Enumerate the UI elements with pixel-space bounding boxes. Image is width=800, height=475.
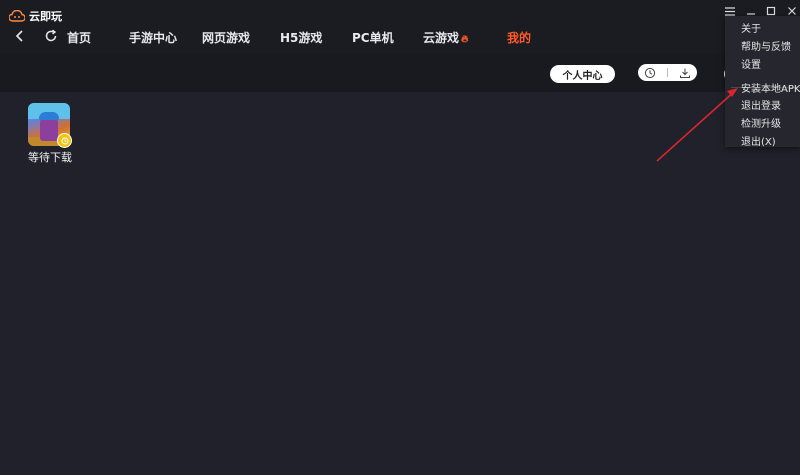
- tab-h5-games[interactable]: H5游戏: [280, 29, 322, 46]
- app-logo: 云即玩: [9, 8, 62, 24]
- waiting-badge-icon: [57, 133, 72, 148]
- tab-mobile-games[interactable]: 手游中心: [129, 29, 177, 46]
- menu-item-about[interactable]: 关于: [741, 20, 761, 35]
- tab-home[interactable]: 首页: [67, 29, 91, 46]
- menu-item-settings[interactable]: 设置: [741, 56, 761, 71]
- history-icon[interactable]: [644, 67, 656, 79]
- refresh-icon[interactable]: [43, 28, 59, 44]
- main-menu-dropdown: 关于 帮助与反馈 设置 安装本地APK 退出登录 检测升级 退出(X): [725, 16, 800, 148]
- menu-item-logout[interactable]: 退出登录: [741, 97, 781, 112]
- tool-divider: [666, 68, 668, 77]
- menu-item-install-apk[interactable]: 安装本地APK: [741, 80, 800, 95]
- tab-mine[interactable]: 我的: [507, 29, 531, 46]
- tab-pc-games[interactable]: PC单机: [352, 29, 394, 46]
- tool-pill: [638, 64, 697, 81]
- back-arrow-icon[interactable]: [12, 28, 28, 44]
- menu-item-check-update[interactable]: 检测升级: [741, 115, 781, 130]
- cloud-logo-icon: [9, 10, 25, 22]
- menu-item-exit[interactable]: 退出(X): [741, 133, 776, 148]
- download-status-label: 等待下载: [28, 151, 72, 164]
- top-bar: 云即玩 首页 手游中心 网页游戏 H5游戏 PC单机 云游戏 🔥︎ 我的: [0, 0, 800, 54]
- personal-center-button[interactable]: 个人中心: [550, 65, 615, 83]
- menu-item-help-feedback[interactable]: 帮助与反馈: [741, 38, 791, 53]
- tab-cloud-games[interactable]: 云游戏 🔥︎: [423, 29, 468, 46]
- app-title: 云即玩: [29, 10, 62, 23]
- tab-web-games[interactable]: 网页游戏: [202, 29, 250, 46]
- tab-cloud-games-label: 云游戏: [423, 31, 460, 45]
- fire-icon: 🔥︎: [461, 34, 469, 45]
- download-icon[interactable]: [679, 67, 691, 79]
